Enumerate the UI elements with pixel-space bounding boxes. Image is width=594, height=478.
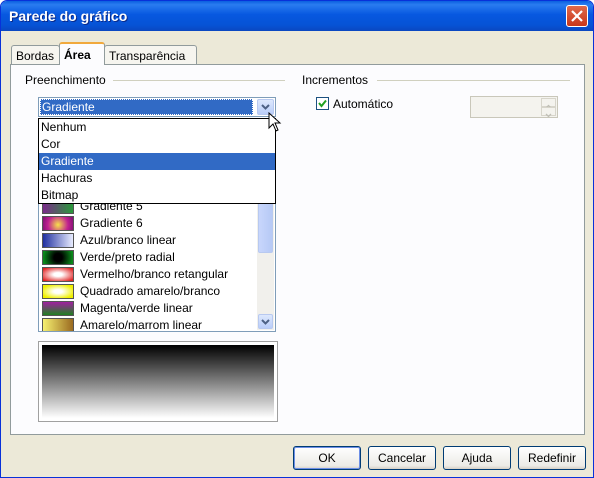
option-bitmap[interactable]: Bitmap <box>39 187 275 204</box>
list-item[interactable]: Magenta/verde linear <box>40 300 258 317</box>
gradient-swatch <box>42 216 74 231</box>
preview-fill <box>42 345 274 418</box>
group-divider <box>377 80 570 81</box>
increment-spinbox[interactable] <box>470 96 558 118</box>
mouse-cursor-icon <box>268 112 282 132</box>
help-button[interactable]: Ajuda <box>443 446 511 470</box>
list-item-label: Vermelho/branco retangular <box>80 267 229 281</box>
tab-label: Bordas <box>16 49 55 63</box>
tab-bordas[interactable]: Bordas <box>11 45 60 64</box>
list-item-label: Gradiente 6 <box>80 216 143 230</box>
title-bar[interactable]: Parede do gráfico <box>1 1 593 31</box>
help-button-label: Ajuda <box>461 451 493 465</box>
list-item-label: Azul/branco linear <box>80 233 177 247</box>
tab-area[interactable]: Área <box>59 42 105 65</box>
close-button[interactable] <box>566 5 588 27</box>
fill-group-label: Preenchimento <box>23 73 108 87</box>
ok-button-label: OK <box>318 451 336 465</box>
tab-label: Transparência <box>109 49 186 63</box>
cancel-button-label: Cancelar <box>377 451 427 465</box>
window-title: Parede do gráfico <box>9 8 128 24</box>
cancel-button[interactable]: Cancelar <box>368 446 436 470</box>
list-item[interactable]: Azul/branco linear <box>40 232 258 249</box>
scroll-down-button[interactable] <box>258 314 273 329</box>
ok-button[interactable]: OK <box>293 446 361 470</box>
list-item[interactable]: Gradiente 6 <box>40 215 258 232</box>
close-icon <box>571 10 583 22</box>
list-item-label: Quadrado amarelo/branco <box>80 284 221 298</box>
tab-label: Área <box>64 48 91 62</box>
increments-group-label: Incrementos <box>300 73 371 87</box>
gradient-swatch <box>42 318 74 331</box>
option-nenhum[interactable]: Nenhum <box>39 119 275 136</box>
spin-up-button[interactable] <box>541 98 556 109</box>
gradient-swatch <box>42 284 74 299</box>
list-item[interactable]: Vermelho/branco retangular <box>40 266 258 283</box>
chevron-down-icon <box>261 319 270 325</box>
chevron-down-icon <box>545 113 552 118</box>
group-divider <box>113 80 285 81</box>
gradient-list[interactable]: Gradiente 5 Gradiente 6 Azul/branco line… <box>38 187 276 332</box>
list-item[interactable]: Amarelo/marrom linear <box>40 317 258 332</box>
fill-type-select[interactable]: Gradiente <box>38 97 276 117</box>
gradient-preview <box>38 341 278 422</box>
list-item[interactable]: Verde/preto radial <box>40 249 258 266</box>
spin-down-button[interactable] <box>541 107 556 118</box>
gradient-swatch <box>42 267 74 282</box>
option-cor[interactable]: Cor <box>39 136 275 153</box>
reset-button[interactable]: Redefinir <box>518 446 586 470</box>
list-scrollbar[interactable] <box>257 189 274 330</box>
list-item-label: Amarelo/marrom linear <box>80 318 203 332</box>
gradient-swatch <box>42 301 74 316</box>
list-item-label: Magenta/verde linear <box>80 301 193 315</box>
auto-checkbox-label: Automático <box>333 97 394 111</box>
gradient-swatch <box>42 233 74 248</box>
auto-checkbox[interactable] <box>316 97 329 110</box>
fill-type-dropdown[interactable]: Nenhum Cor Gradiente Hachuras Bitmap <box>38 118 276 204</box>
tab-transparencia[interactable]: Transparência <box>104 45 197 64</box>
option-hachuras[interactable]: Hachuras <box>39 170 275 187</box>
list-item[interactable]: Quadrado amarelo/branco <box>40 283 258 300</box>
reset-button-label: Redefinir <box>527 451 577 465</box>
list-item-label: Verde/preto radial <box>80 250 175 264</box>
fill-type-value: Gradiente <box>40 99 253 115</box>
checkmark-icon <box>318 99 327 108</box>
option-gradiente[interactable]: Gradiente <box>39 153 275 170</box>
gradient-swatch <box>42 250 74 265</box>
dialog-window: Parede do gráfico Bordas Área Transparên… <box>0 0 594 478</box>
